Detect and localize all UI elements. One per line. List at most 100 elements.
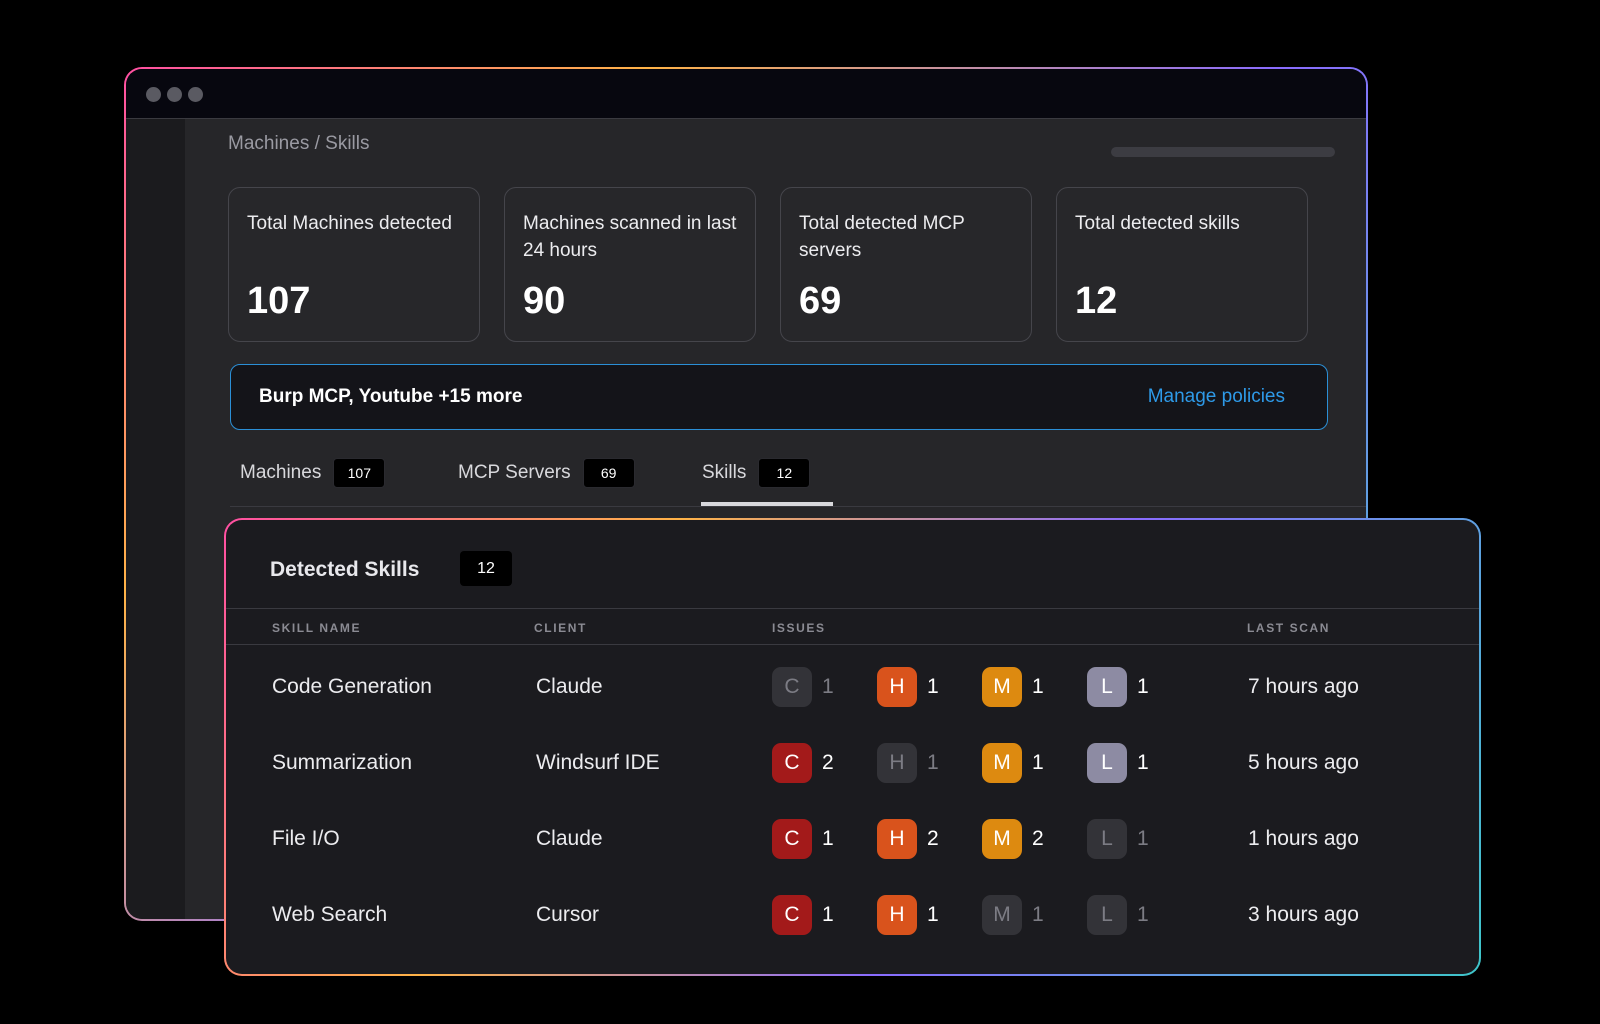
client-cell: Claude bbox=[536, 827, 603, 850]
table-row[interactable]: Summarization Windsurf IDE C 2 H 1 M 1 L 1 5 hours… bbox=[226, 727, 1479, 803]
window-minimize-dot-icon[interactable] bbox=[167, 87, 182, 102]
table-row[interactable]: Web Search Cursor C 1 H 1 M 1 L 1 3 hours ago bbox=[226, 879, 1479, 955]
manage-policies-link[interactable]: Manage policies bbox=[1148, 386, 1285, 408]
severity-high-badge: H bbox=[877, 743, 917, 783]
issue-low[interactable]: L1 bbox=[1087, 667, 1149, 707]
tab-count-badge: 12 bbox=[758, 458, 811, 488]
issue-high[interactable]: H1 bbox=[877, 743, 939, 783]
issue-count: 2 bbox=[822, 751, 834, 774]
policy-banner-text: Burp MCP, Youtube +15 more bbox=[259, 386, 523, 407]
severity-medium-badge: M bbox=[982, 819, 1022, 859]
tab-mcp-servers[interactable]: MCP Servers 69 bbox=[458, 457, 635, 489]
issue-count: 1 bbox=[822, 827, 834, 850]
skill-name-cell: Code Generation bbox=[272, 675, 432, 698]
stat-card-skills: Total detected skills 12 bbox=[1056, 187, 1308, 342]
issue-critical[interactable]: C2 bbox=[772, 743, 834, 783]
severity-medium-badge: M bbox=[982, 895, 1022, 935]
issue-count: 1 bbox=[1032, 903, 1044, 926]
skill-name-cell: Web Search bbox=[272, 903, 388, 926]
issue-count: 1 bbox=[1137, 827, 1149, 850]
last-scan-cell: 1 hours ago bbox=[1248, 827, 1359, 850]
issue-medium[interactable]: M1 bbox=[982, 667, 1044, 707]
stat-value: 12 bbox=[1075, 280, 1118, 322]
last-scan-cell: 7 hours ago bbox=[1248, 675, 1359, 698]
issue-high[interactable]: H1 bbox=[877, 895, 939, 935]
client-cell: Claude bbox=[536, 675, 603, 698]
column-header-issues[interactable]: ISSUES bbox=[772, 621, 826, 635]
severity-critical-badge: C bbox=[772, 895, 812, 935]
tab-skills[interactable]: Skills 12 bbox=[702, 457, 811, 489]
stat-card-machines-scanned: Machines scanned in last 24 hours 90 bbox=[504, 187, 756, 342]
issue-medium[interactable]: M2 bbox=[982, 819, 1044, 859]
issue-count: 1 bbox=[1032, 751, 1044, 774]
window-close-dot-icon[interactable] bbox=[146, 87, 161, 102]
issue-low[interactable]: L1 bbox=[1087, 743, 1149, 783]
severity-critical-badge: C bbox=[772, 819, 812, 859]
severity-high-badge: H bbox=[877, 819, 917, 859]
table-row[interactable]: File I/O Claude C 1 H 2 M 2 L 1 1 hours ago bbox=[226, 803, 1479, 879]
detected-skills-panel-body: Detected Skills 12 SKILL NAME CLIENT ISS… bbox=[226, 520, 1479, 974]
tab-label: Skills bbox=[702, 462, 747, 483]
issue-low[interactable]: L1 bbox=[1087, 819, 1149, 859]
severity-high-badge: H bbox=[877, 895, 917, 935]
panel-divider bbox=[226, 608, 1479, 609]
stat-label: Machines scanned in last 24 hours bbox=[523, 213, 737, 261]
issue-critical[interactable]: C1 bbox=[772, 667, 834, 707]
stat-value: 107 bbox=[247, 280, 311, 322]
severity-medium-badge: M bbox=[982, 667, 1022, 707]
stat-label: Total Machines detected bbox=[247, 213, 452, 234]
panel-count-badge: 12 bbox=[460, 551, 512, 586]
issue-count: 1 bbox=[822, 903, 834, 926]
panel-title: Detected Skills bbox=[270, 558, 420, 581]
column-header-client[interactable]: CLIENT bbox=[534, 621, 587, 635]
skill-name-cell: Summarization bbox=[272, 751, 413, 774]
issue-count: 1 bbox=[927, 903, 939, 926]
issue-critical[interactable]: C1 bbox=[772, 895, 834, 935]
stat-label: Total detected MCP servers bbox=[799, 213, 965, 261]
issue-low[interactable]: L1 bbox=[1087, 895, 1149, 935]
severity-high-badge: H bbox=[877, 667, 917, 707]
tabs-divider bbox=[230, 506, 1366, 507]
stat-label: Total detected skills bbox=[1075, 213, 1240, 234]
issue-count: 2 bbox=[1032, 827, 1044, 850]
sidebar bbox=[126, 119, 185, 919]
tab-machines[interactable]: Machines 107 bbox=[240, 457, 386, 489]
issue-count: 2 bbox=[927, 827, 939, 850]
tab-count-badge: 69 bbox=[582, 458, 635, 488]
last-scan-cell: 5 hours ago bbox=[1248, 751, 1359, 774]
detected-skills-panel: Detected Skills 12 SKILL NAME CLIENT ISS… bbox=[224, 518, 1481, 976]
issue-count: 1 bbox=[1137, 903, 1149, 926]
issue-count: 1 bbox=[1137, 751, 1149, 774]
severity-low-badge: L bbox=[1087, 743, 1127, 783]
issue-medium[interactable]: M1 bbox=[982, 743, 1044, 783]
column-header-last-scan[interactable]: LAST SCAN bbox=[1247, 621, 1330, 635]
stat-card-mcp-servers: Total detected MCP servers 69 bbox=[780, 187, 1032, 342]
window-maximize-dot-icon[interactable] bbox=[188, 87, 203, 102]
table-row[interactable]: Code Generation Claude C 1 H 1 M 1 L 1 7 hours ago bbox=[226, 651, 1479, 727]
search-placeholder-bar[interactable] bbox=[1111, 147, 1335, 157]
tab-label: Machines bbox=[240, 462, 322, 483]
issue-medium[interactable]: M1 bbox=[982, 895, 1044, 935]
severity-low-badge: L bbox=[1087, 667, 1127, 707]
issue-high[interactable]: H2 bbox=[877, 819, 939, 859]
issue-count: 1 bbox=[927, 675, 939, 698]
client-cell: Cursor bbox=[536, 903, 600, 926]
stat-card-total-machines: Total Machines detected 107 bbox=[228, 187, 480, 342]
column-header-skill-name[interactable]: SKILL NAME bbox=[272, 621, 361, 635]
severity-low-badge: L bbox=[1087, 895, 1127, 935]
breadcrumb: Machines / Skills bbox=[228, 133, 370, 154]
severity-critical-badge: C bbox=[772, 743, 812, 783]
issue-high[interactable]: H1 bbox=[877, 667, 939, 707]
severity-critical-badge: C bbox=[772, 667, 812, 707]
tab-count-badge: 107 bbox=[333, 458, 386, 488]
client-cell: Windsurf IDE bbox=[536, 751, 660, 774]
tab-label: MCP Servers bbox=[458, 462, 571, 483]
title-bar bbox=[126, 69, 1366, 119]
severity-low-badge: L bbox=[1087, 819, 1127, 859]
stat-value: 69 bbox=[799, 280, 842, 322]
issue-count: 1 bbox=[927, 751, 939, 774]
issue-count: 1 bbox=[1137, 675, 1149, 698]
issue-count: 1 bbox=[1032, 675, 1044, 698]
policy-banner: Burp MCP, Youtube +15 more Manage polici… bbox=[230, 364, 1328, 430]
issue-critical[interactable]: C1 bbox=[772, 819, 834, 859]
